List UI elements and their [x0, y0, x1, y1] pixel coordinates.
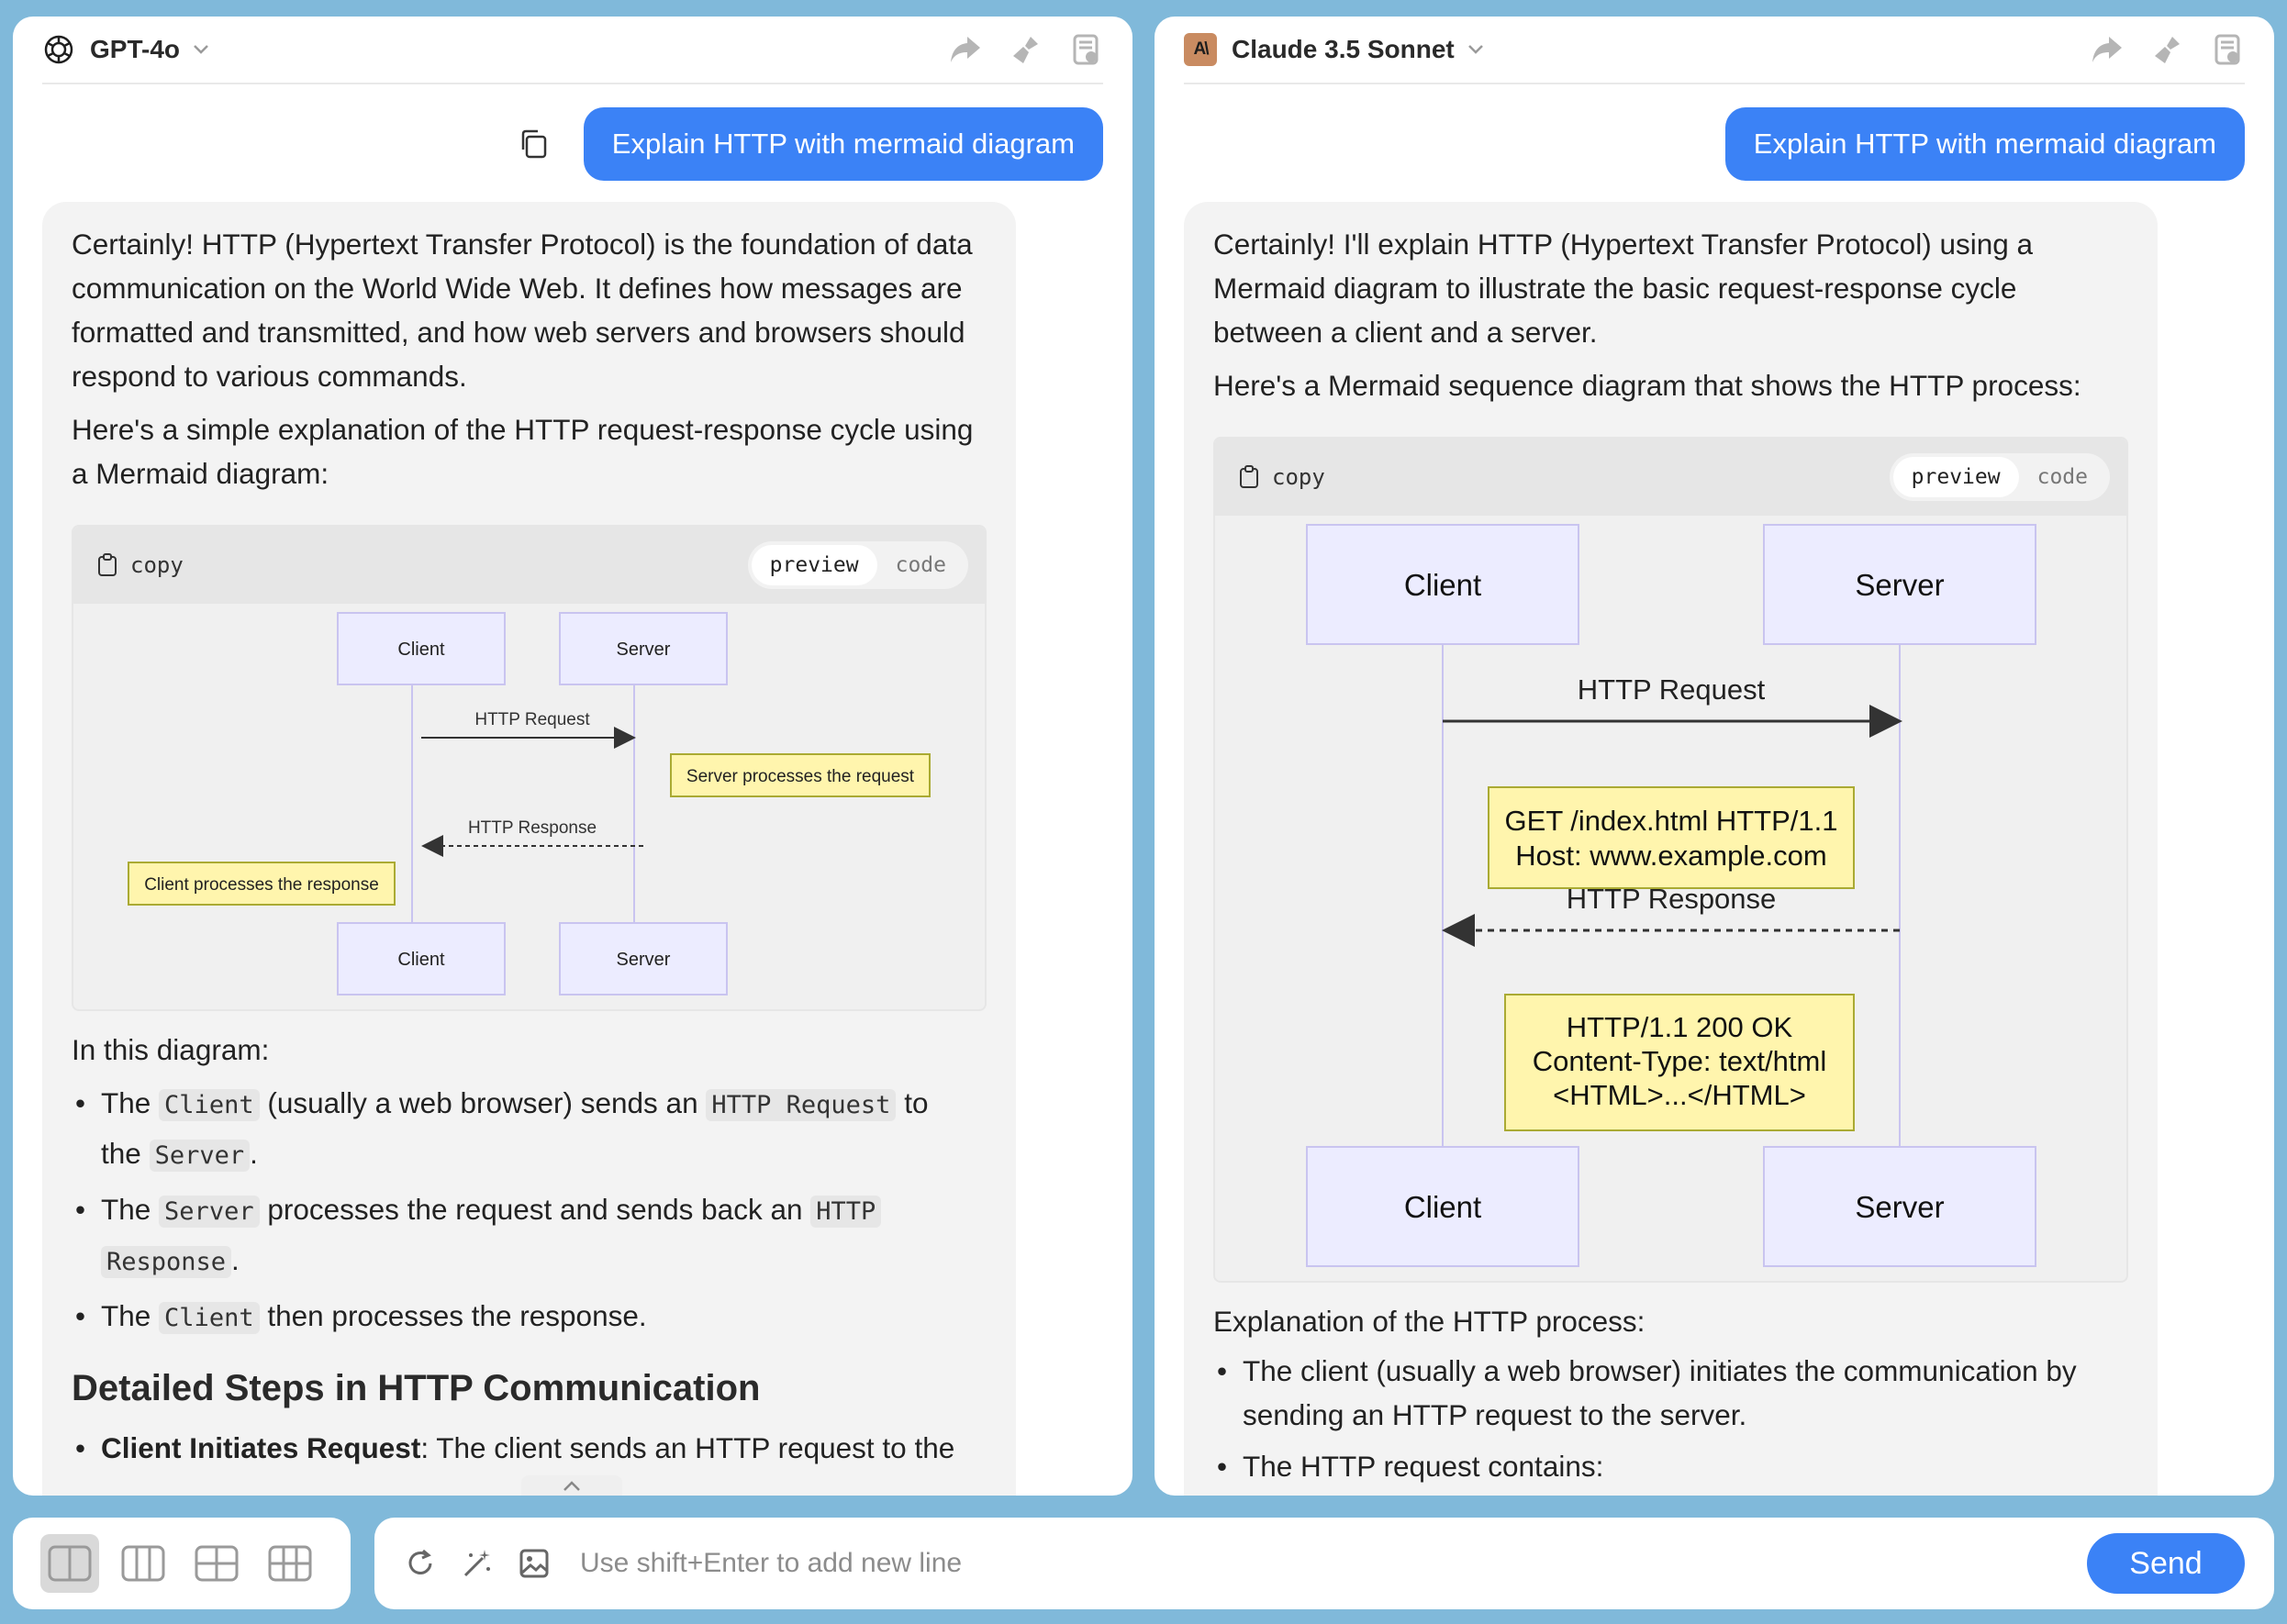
participant-server-top-label: Server: [617, 640, 671, 660]
response-note-line: <HTML>...</HTML>: [1553, 1079, 1806, 1111]
preview-tab[interactable]: preview: [751, 545, 877, 585]
user-message: Explain HTTP with mermaid diagram: [1724, 107, 2245, 181]
scroll-collapse-toggle[interactable]: [521, 1475, 622, 1496]
list-item: The Client (usually a web browser) sends…: [72, 1079, 987, 1180]
request-label: HTTP Request: [474, 710, 590, 729]
two-column-layout-icon[interactable]: [40, 1534, 99, 1593]
list-item: Client Initiates Request: The client sen…: [72, 1424, 987, 1472]
clear-icon[interactable]: [2151, 33, 2184, 66]
panel-header: GPT-4o: [42, 17, 1103, 84]
message-composer: Use shift+Enter to add new line Send: [374, 1518, 2274, 1609]
view-toggle: preview code: [747, 541, 968, 589]
copy-label: copy: [1272, 464, 1325, 490]
code-tab[interactable]: code: [877, 545, 965, 585]
diagram-explainer-intro: In this diagram:: [72, 1033, 270, 1066]
participant-server-bottom-label: Server: [617, 950, 671, 970]
participant-server-bottom-label: Server: [1855, 1190, 1944, 1224]
send-button[interactable]: Send: [2087, 1533, 2245, 1594]
user-message-row: Explain HTTP with mermaid diagram: [518, 107, 1103, 181]
list-item: The Client then processes the response.: [72, 1292, 987, 1342]
participant-client-top-label: Client: [397, 640, 445, 660]
mermaid-card: copy preview code Client Server HTTP Req…: [72, 525, 987, 1011]
chevron-down-icon[interactable]: [1467, 43, 1484, 60]
layout-switcher: [13, 1518, 351, 1609]
response-label: HTTP Response: [468, 818, 597, 838]
grid-3x2-layout-icon[interactable]: [261, 1534, 319, 1593]
model-name[interactable]: GPT-4o: [90, 35, 180, 64]
history-icon[interactable]: [2212, 33, 2245, 66]
client-note-text: Client processes the response: [144, 875, 379, 895]
model-name[interactable]: Claude 3.5 Sonnet: [1232, 35, 1455, 64]
intro-paragraph: Certainly! HTTP (Hypertext Transfer Prot…: [72, 228, 973, 393]
participant-client-bottom-label: Client: [397, 950, 445, 970]
sequence-diagram: Client Server HTTP Request Server proces…: [73, 604, 985, 1009]
refresh-icon[interactable]: [400, 1543, 441, 1584]
diagram-intro: Here's a Mermaid sequence diagram that s…: [1213, 369, 2081, 402]
section-heading: Detailed Steps in HTTP Communication: [72, 1368, 761, 1408]
diagram-explainer-list: The Client (usually a web browser) sends…: [72, 1079, 987, 1342]
explanation-list: The client (usually a web browser) initi…: [1213, 1349, 2128, 1488]
mermaid-card: copy preview code Client Server HTTP Req…: [1213, 437, 2128, 1283]
response-note-line: HTTP/1.1 200 OK: [1567, 1011, 1793, 1043]
participant-server-top-label: Server: [1855, 568, 1944, 602]
steps-list: Client Initiates Request: The client sen…: [72, 1424, 987, 1472]
message-input[interactable]: Use shift+Enter to add new line: [580, 1548, 962, 1579]
chevron-down-icon[interactable]: [193, 43, 209, 60]
share-icon[interactable]: [949, 33, 982, 66]
response-label: HTTP Response: [1567, 883, 1777, 915]
list-item: The Server processes the request and sen…: [72, 1185, 987, 1286]
openai-logo-icon: [42, 33, 75, 66]
card-header: copy preview code: [1215, 439, 2126, 516]
preview-tab[interactable]: preview: [1892, 457, 2019, 497]
code-tab[interactable]: code: [2019, 457, 2106, 497]
request-note-line: Host: www.example.com: [1515, 840, 1826, 872]
response-note-line: Content-Type: text/html: [1533, 1045, 1826, 1077]
assistant-message: Certainly! I'll explain HTTP (Hypertext …: [1184, 202, 2158, 1496]
three-column-layout-icon[interactable]: [114, 1534, 173, 1593]
user-message-row: Explain HTTP with mermaid diagram: [1724, 107, 2245, 181]
copy-icon[interactable]: [518, 128, 549, 160]
copy-button[interactable]: copy: [1239, 464, 1325, 490]
sequence-diagram: Client Server HTTP Request GET /index.ht…: [1215, 516, 2126, 1281]
image-upload-icon[interactable]: [514, 1543, 554, 1584]
view-toggle: preview code: [1889, 453, 2110, 501]
left-panel: GPT-4o Explain HTTP with mermaid diagram…: [13, 17, 1132, 1496]
server-note-text: Server processes the request: [686, 767, 915, 786]
participant-client-top-label: Client: [1404, 568, 1481, 602]
list-item: The client (usually a web browser) initi…: [1213, 1349, 2128, 1437]
copy-label: copy: [130, 552, 184, 578]
user-message: Explain HTTP with mermaid diagram: [583, 107, 1103, 181]
clear-icon[interactable]: [1010, 33, 1043, 66]
diagram-intro: Here's a simple explanation of the HTTP …: [72, 413, 974, 490]
copy-button[interactable]: copy: [97, 552, 184, 578]
explanation-title: Explanation of the HTTP process:: [1213, 1305, 1646, 1338]
history-icon[interactable]: [1070, 33, 1103, 66]
request-note-line: GET /index.html HTTP/1.1: [1505, 805, 1838, 837]
grid-2x2-layout-icon[interactable]: [187, 1534, 246, 1593]
request-label: HTTP Request: [1578, 673, 1766, 706]
assistant-message: Certainly! HTTP (Hypertext Transfer Prot…: [42, 202, 1016, 1496]
anthropic-logo-icon: A\: [1184, 33, 1217, 66]
right-panel: A\ Claude 3.5 Sonnet Explain HTTP with m…: [1155, 17, 2274, 1496]
panel-header: A\ Claude 3.5 Sonnet: [1184, 17, 2245, 84]
participant-client-bottom-label: Client: [1404, 1190, 1481, 1224]
share-icon[interactable]: [2091, 33, 2124, 66]
card-header: copy preview code: [73, 527, 985, 604]
magic-wand-icon[interactable]: [457, 1543, 497, 1584]
intro-paragraph: Certainly! I'll explain HTTP (Hypertext …: [1213, 228, 2034, 349]
list-item: The HTTP request contains:: [1213, 1444, 2128, 1488]
request-note: [1488, 786, 1855, 889]
